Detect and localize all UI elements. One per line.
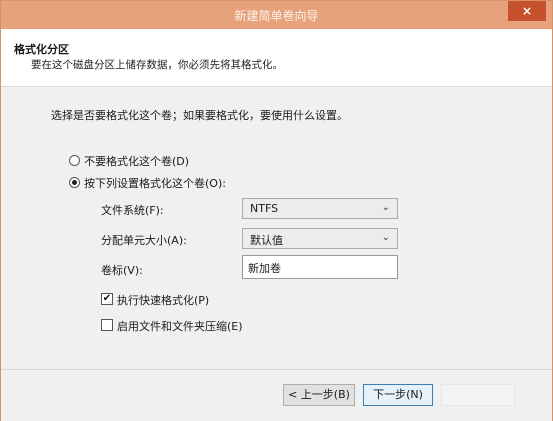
title-bar[interactable]: 新建简单卷向导 × xyxy=(1,1,552,29)
window-title: 新建简单卷向导 xyxy=(234,9,319,23)
back-button[interactable]: < 上一步(B) xyxy=(283,384,355,406)
allocation-value: 默认值 xyxy=(250,234,283,247)
volume-label-input[interactable]: 新加卷 xyxy=(242,255,398,279)
compression-label[interactable]: 启用文件和文件夹压缩(E) xyxy=(117,318,243,334)
chevron-down-icon: ⌄ xyxy=(381,232,390,243)
cancel-button[interactable] xyxy=(441,384,515,406)
filesystem-label: 文件系统(F): xyxy=(101,204,164,217)
close-icon: × xyxy=(521,4,533,18)
checkmark-icon: ✔ xyxy=(102,293,112,304)
allocation-select[interactable]: 默认值 ⌄ xyxy=(242,228,398,249)
wizard-footer: < 上一步(B) 下一步(N) xyxy=(1,369,552,421)
wizard-content: 选择是否要格式化这个卷；如果要格式化，要使用什么设置。 不要格式化这个卷(D) … xyxy=(1,87,552,369)
wizard-window: 新建简单卷向导 × 格式化分区 要在这个磁盘分区上储存数据，你必须先将其格式化。… xyxy=(0,0,553,421)
format-label[interactable]: 按下列设置格式化这个卷(O): xyxy=(84,175,226,191)
wizard-header: 格式化分区 要在这个磁盘分区上储存数据，你必须先将其格式化。 xyxy=(1,29,552,87)
allocation-label: 分配单元大小(A): xyxy=(101,234,187,247)
page-title: 格式化分区 xyxy=(14,43,69,56)
close-button[interactable]: × xyxy=(508,1,546,21)
quick-format-label[interactable]: 执行快速格式化(P) xyxy=(117,292,209,308)
format-radio[interactable] xyxy=(69,177,80,188)
filesystem-value: NTFS xyxy=(250,202,279,215)
format-prompt: 选择是否要格式化这个卷；如果要格式化，要使用什么设置。 xyxy=(51,109,348,122)
no-format-radio[interactable] xyxy=(69,155,80,166)
quick-format-checkbox[interactable]: ✔ xyxy=(101,293,113,305)
no-format-label[interactable]: 不要格式化这个卷(D) xyxy=(84,153,189,169)
filesystem-select[interactable]: NTFS ⌄ xyxy=(242,198,398,219)
volume-label-label: 卷标(V): xyxy=(101,264,143,277)
compression-checkbox[interactable] xyxy=(101,319,113,331)
page-subtitle: 要在这个磁盘分区上储存数据，你必须先将其格式化。 xyxy=(31,59,283,71)
volume-label-value: 新加卷 xyxy=(248,262,281,275)
chevron-down-icon: ⌄ xyxy=(381,202,390,213)
next-button[interactable]: 下一步(N) xyxy=(363,384,433,406)
